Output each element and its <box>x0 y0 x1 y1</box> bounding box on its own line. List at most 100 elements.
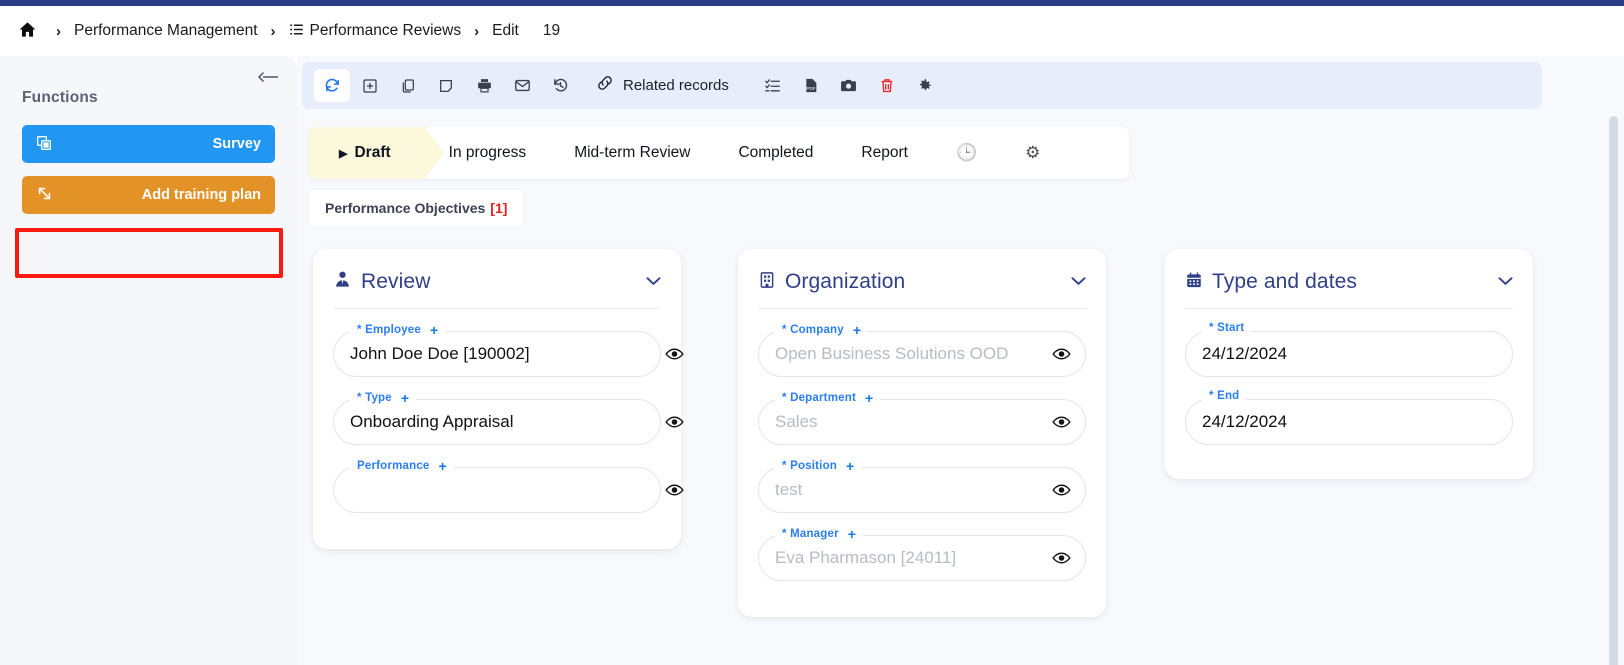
employee-add-icon[interactable]: + <box>430 322 438 338</box>
breadcrumb-action-edit: Edit <box>492 22 519 39</box>
camera-icon[interactable] <box>831 69 867 102</box>
building-icon <box>758 271 776 293</box>
employee-field[interactable]: * Employee + John Doe Doe [190002] <box>333 322 684 377</box>
clock-icon: 🕒 <box>955 143 978 162</box>
manager-field-label: * Manager + <box>775 526 864 542</box>
workflow-step-mid-term-review-label: Mid-term Review <box>574 144 691 161</box>
copy-window-icon <box>36 135 52 154</box>
organization-card-title: Organization <box>785 269 906 293</box>
pdf-icon[interactable]: PDF <box>793 69 829 102</box>
functions-sidebar: Functions Survey Add training plan <box>0 56 297 665</box>
type-field[interactable]: * Type + Onboarding Appraisal <box>333 390 684 445</box>
print-icon[interactable] <box>466 69 502 102</box>
performance-field[interactable]: Performance + <box>333 458 684 513</box>
note-icon[interactable] <box>428 69 464 102</box>
company-label-text: * Company <box>782 324 844 336</box>
start-date-field[interactable]: * Start 24/12/2024 <box>1185 322 1513 377</box>
collapse-left-icon[interactable] <box>257 69 279 85</box>
home-icon[interactable] <box>12 20 43 43</box>
related-records-label: Related records <box>623 77 729 94</box>
company-preview-eye-icon[interactable] <box>1050 343 1072 365</box>
department-field[interactable]: * Department + Sales <box>758 390 1086 445</box>
performance-add-icon[interactable]: + <box>439 458 447 474</box>
survey-button[interactable]: Survey <box>22 125 275 163</box>
type-add-icon[interactable]: + <box>401 390 409 406</box>
department-label-text: * Department <box>782 392 856 404</box>
performance-field-label: Performance + <box>350 458 454 474</box>
performance-label-text: Performance <box>357 460 430 472</box>
type-field-label: * Type + <box>350 390 417 406</box>
review-card-title: Review <box>361 269 431 293</box>
main-scrollbar[interactable] <box>1609 116 1618 665</box>
email-icon[interactable] <box>504 69 540 102</box>
workflow-step-draft-label: Draft <box>354 144 391 161</box>
start-date-field-label: * Start <box>1202 322 1252 334</box>
workflow-step-in-progress-label: In progress <box>448 144 527 161</box>
organization-card: Organization * Company + Open Business S… <box>738 249 1106 617</box>
workflow-step-draft[interactable]: ▶ Draft <box>309 127 444 179</box>
breadcrumb-item-performance-reviews[interactable]: Performance Reviews <box>310 22 462 40</box>
settings-gear-icon[interactable] <box>907 69 943 102</box>
list-icon <box>289 22 304 40</box>
end-date-field[interactable]: * End 24/12/2024 <box>1185 390 1513 445</box>
checklist-icon[interactable] <box>755 69 791 102</box>
add-box-icon[interactable] <box>352 69 388 102</box>
breadcrumb-item-performance-management[interactable]: Performance Management <box>74 22 258 40</box>
type-preview-eye-icon[interactable] <box>663 411 685 433</box>
type-and-dates-card-title: Type and dates <box>1212 269 1358 293</box>
breadcrumb-separator-3: › <box>474 22 480 40</box>
type-and-dates-card: Type and dates * Start 24/12/2024 * End … <box>1165 249 1533 479</box>
workflow-step-report-label: Report <box>861 144 908 161</box>
performance-preview-eye-icon[interactable] <box>663 479 685 501</box>
position-field[interactable]: * Position + test <box>758 458 1086 513</box>
company-field[interactable]: * Company + Open Business Solutions OOD <box>758 322 1086 377</box>
history-icon[interactable] <box>542 69 578 102</box>
breadcrumb-separator-2: › <box>270 22 276 40</box>
breadcrumb-record-id: 19 <box>542 22 561 39</box>
department-add-icon[interactable]: + <box>865 390 873 406</box>
workflow-clock-icon[interactable]: 🕒 <box>932 127 1001 179</box>
position-field-label: * Position + <box>775 458 862 474</box>
link-icon <box>596 74 614 97</box>
type-and-dates-card-header: Type and dates <box>1185 255 1513 309</box>
record-toolbar: Related records PDF <box>302 62 1542 109</box>
employee-label-text: * Employee <box>357 324 421 336</box>
chevron-down-icon[interactable] <box>1071 273 1086 290</box>
workflow-gear-icon[interactable]: ⚙ <box>1001 127 1064 179</box>
tab-performance-objectives[interactable]: Performance Objectives [1] <box>309 190 524 226</box>
position-add-icon[interactable]: + <box>846 458 854 474</box>
workflow-step-completed[interactable]: Completed <box>714 127 837 179</box>
department-preview-eye-icon[interactable] <box>1050 411 1072 433</box>
workflow-step-mid-term-review[interactable]: Mid-term Review <box>550 127 714 179</box>
company-add-icon[interactable]: + <box>853 322 861 338</box>
delete-icon[interactable] <box>869 69 905 102</box>
department-field-label: * Department + <box>775 390 881 406</box>
related-records-button[interactable]: Related records <box>590 69 737 102</box>
review-card: Review * Employee + John Doe Doe [190002… <box>313 249 684 549</box>
calendar-icon <box>1185 271 1203 293</box>
chevron-down-icon[interactable] <box>1498 273 1513 290</box>
review-card-header: Review <box>333 255 661 309</box>
refresh-icon[interactable] <box>314 69 350 102</box>
workflow-step-report[interactable]: Report <box>837 127 932 179</box>
tab-performance-objectives-label: Performance Objectives <box>325 200 486 216</box>
manager-field[interactable]: * Manager + Eva Pharmason [24011] <box>758 526 1086 581</box>
add-training-plan-label: Add training plan <box>141 187 261 203</box>
copy-icon[interactable] <box>390 69 426 102</box>
end-date-field-label: * End <box>1202 390 1247 402</box>
employee-preview-eye-icon[interactable] <box>663 343 685 365</box>
position-label-text: * Position <box>782 460 838 472</box>
position-preview-eye-icon[interactable] <box>1050 479 1072 501</box>
diagonal-arrows-icon <box>36 185 53 205</box>
end-date-label-text: * End <box>1209 390 1240 402</box>
manager-preview-eye-icon[interactable] <box>1050 547 1072 569</box>
company-field-label: * Company + <box>775 322 869 338</box>
chevron-down-icon[interactable] <box>646 273 661 290</box>
breadcrumb-separator-1: › <box>56 22 61 40</box>
person-tie-icon <box>333 270 352 293</box>
main-scrollbar-thumb[interactable] <box>1609 116 1618 665</box>
tab-performance-objectives-count: [1] <box>490 200 508 216</box>
manager-add-icon[interactable]: + <box>848 526 856 542</box>
record-main-panel: Related records PDF ▶ Draft In progress … <box>297 56 1624 665</box>
add-training-plan-button[interactable]: Add training plan <box>22 176 275 214</box>
